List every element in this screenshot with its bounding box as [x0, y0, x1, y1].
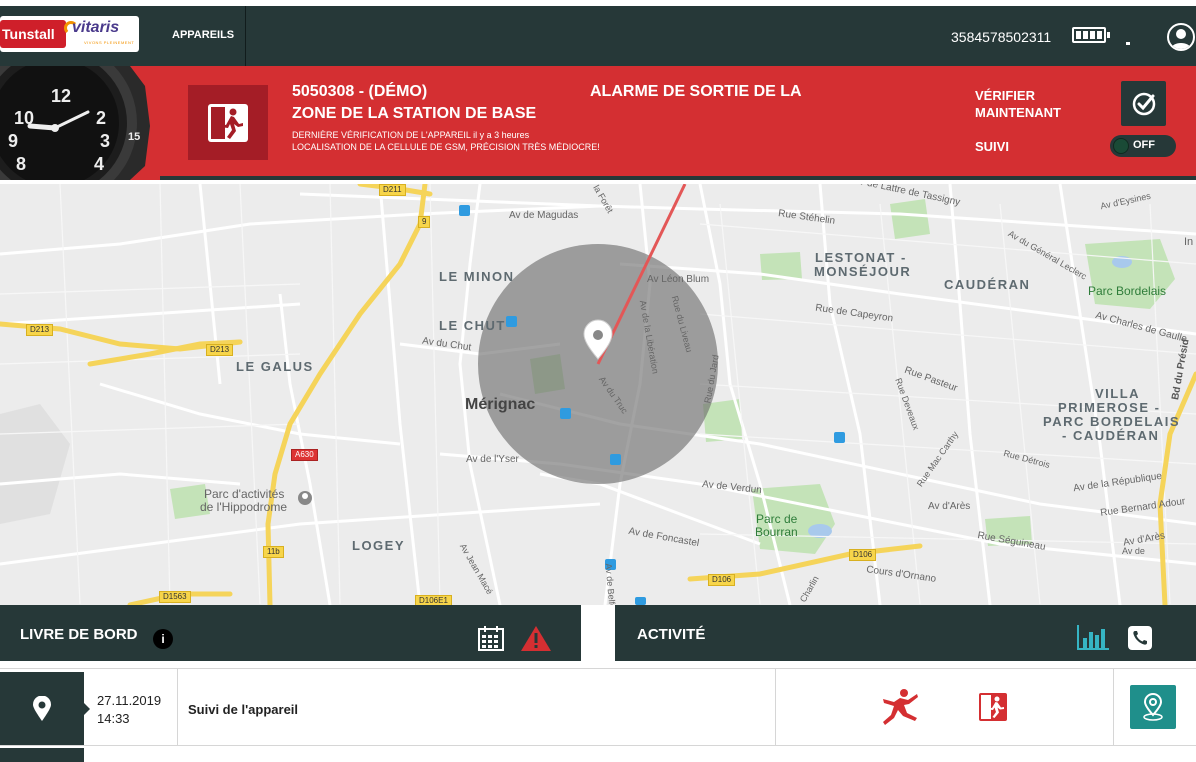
- map-label-primerose: PRIMEROSE -: [1058, 400, 1161, 415]
- watch-image: 12 10 2 9 3 8 4 15: [0, 66, 160, 180]
- map-street-leon-blum: Av Léon Blum: [647, 274, 710, 285]
- map-pin-outline-icon: [1143, 693, 1163, 721]
- map-label-parc-bordelais: Parc Bordelais: [1088, 284, 1167, 298]
- watch-numeral-8: 8: [16, 154, 26, 174]
- last-check-text: DERNIÈRE VÉRIFICATION DE L'APPAREIL il y…: [292, 130, 530, 140]
- row-time: 14:33: [97, 711, 130, 726]
- nav-appareils[interactable]: APPAREILS: [172, 29, 234, 41]
- next-log-row[interactable]: [0, 746, 1196, 762]
- map-label-parc-bordelais-district: PARC BORDELAIS: [1043, 414, 1181, 429]
- alarm-banner: 12 10 2 9 3 8 4 15 5050308 - (DÉMO) ZONE…: [0, 66, 1196, 180]
- watch-numeral-9: 9: [8, 131, 18, 151]
- signal-indicator: [1126, 42, 1130, 45]
- user-account-icon[interactable]: [1167, 23, 1195, 51]
- watch-numeral-4: 4: [94, 154, 104, 174]
- logo-vitaris-text: vitaris: [72, 19, 120, 36]
- phone-number: 3584578502311: [951, 29, 1052, 45]
- map-view[interactable]: LE MINON LE CHUT LE GALUS Mérignac LOGEY…: [0, 184, 1196, 605]
- map-label-cauderan: CAUDÉRAN: [944, 277, 1031, 292]
- logbook-panel-header: LIVRE DE BORD i: [0, 605, 581, 661]
- map-street-magudas: Av de Magudas: [509, 210, 579, 221]
- device-zone: ZONE DE LA STATION DE BASE: [292, 105, 537, 122]
- road-badge-d213-a: D213: [26, 324, 54, 336]
- map-label-cauderan-2: - CAUDÉRAN: [1062, 428, 1160, 443]
- map-label-parc-bourran-1: Parc de: [756, 512, 798, 526]
- warning-icon[interactable]: [520, 624, 552, 652]
- toggle-knob: [1113, 138, 1129, 154]
- row-divider-1: [177, 669, 178, 747]
- row-divider-3: [1113, 669, 1114, 747]
- row-location-badge: [0, 672, 90, 745]
- map-street-av-de: Av de: [1122, 546, 1145, 556]
- fall-detection-icon: [883, 689, 918, 725]
- map-label-parc-hippodrome-2: de l'Hippodrome: [200, 500, 288, 514]
- device-id: 5050308 - (DÉMO): [292, 83, 428, 100]
- map-label-parc-hippodrome-1: Parc d'activités: [204, 487, 285, 501]
- map-label-monsejour: MONSÉJOUR: [814, 264, 912, 279]
- map-label-villa: VILLA: [1095, 386, 1141, 401]
- toggle-state-text: OFF: [1133, 139, 1155, 151]
- location-marker-icon: [33, 695, 51, 721]
- map-label-merignac: Mérignac: [465, 396, 536, 413]
- emergency-exit-icon: [208, 103, 248, 142]
- road-badge-d211: D211: [379, 184, 406, 196]
- map-label-edge-in: In: [1184, 236, 1194, 248]
- calendar-icon[interactable]: [477, 624, 505, 652]
- logo-tunstall-text: Tunstall: [0, 20, 66, 48]
- logo-tagline: VIVONS PLEINEMENT: [84, 40, 135, 45]
- top-bar: Tunstall vitaris VIVONS PLEINEMENT APPAR…: [0, 0, 1196, 66]
- road-badge-d213-b: D213: [206, 344, 234, 356]
- map-label-le-minon: LE MINON: [439, 269, 515, 284]
- tunstall-vitaris-logo[interactable]: Tunstall vitaris VIVONS PLEINEMENT: [0, 16, 139, 52]
- tracking-toggle[interactable]: OFF: [1110, 135, 1176, 157]
- map-street-lyser: Av de l'Yser: [466, 454, 519, 465]
- alarm-title: ALARME DE SORTIE DE LA: [590, 83, 802, 100]
- road-badge-11b: 11b: [263, 546, 284, 558]
- activity-title: ACTIVITÉ: [637, 626, 706, 643]
- verify-label-line1: VÉRIFIER: [975, 88, 1035, 103]
- row-date: 27.11.2019: [97, 693, 162, 708]
- watch-numeral-2: 2: [96, 108, 106, 128]
- exit-alarm-icon-box: [188, 85, 268, 160]
- map-label-lestonat: LESTONAT -: [815, 250, 907, 265]
- tracking-label: SUIVI: [975, 139, 1009, 154]
- row-location-button[interactable]: [1130, 685, 1176, 729]
- road-badge-a630: A630: [291, 449, 318, 461]
- nav-divider: [245, 6, 246, 66]
- road-badge-d106-b: D106: [708, 574, 736, 586]
- info-icon[interactable]: i: [153, 629, 173, 649]
- road-badge-9: 9: [418, 216, 431, 228]
- watch-numeral-12: 12: [51, 86, 71, 106]
- activity-panel-header: ACTIVITÉ: [615, 605, 1196, 661]
- log-row[interactable]: 27.11.2019 14:33 Suivi de l'appareil: [0, 668, 1196, 747]
- location-accuracy-text: LOCALISATION DE LA CELLULE DE GSM, PRÉCI…: [292, 142, 600, 152]
- road-badge-d106e1: D106E1: [415, 595, 452, 605]
- road-badge-d106-a: D106: [849, 549, 877, 561]
- map-label-le-chut: LE CHUT: [439, 318, 506, 333]
- map-street-ares-1: Av d'Arès: [928, 501, 971, 512]
- map-label-parc-bourran-2: Bourran: [755, 525, 798, 539]
- watch-bezel-15: 15: [128, 131, 140, 143]
- exit-alarm-icon: [979, 693, 1007, 721]
- phone-icon[interactable]: [1127, 625, 1153, 651]
- map-label-le-galus: LE GALUS: [236, 359, 314, 374]
- road-badge-d1563: D1563: [159, 591, 191, 603]
- battery-icon: [1072, 27, 1110, 43]
- bar-chart-icon[interactable]: [1076, 624, 1110, 650]
- verify-label-line2: MAINTENANT: [975, 105, 1061, 120]
- row-event-label: Suivi de l'appareil: [188, 702, 299, 717]
- check-circle-icon: [1132, 92, 1155, 115]
- row-divider-2: [775, 669, 776, 747]
- map-label-logey: LOGEY: [352, 538, 406, 553]
- watch-numeral-3: 3: [100, 131, 110, 151]
- logbook-title: LIVRE DE BORD: [20, 626, 138, 643]
- verify-now-button[interactable]: [1121, 81, 1166, 126]
